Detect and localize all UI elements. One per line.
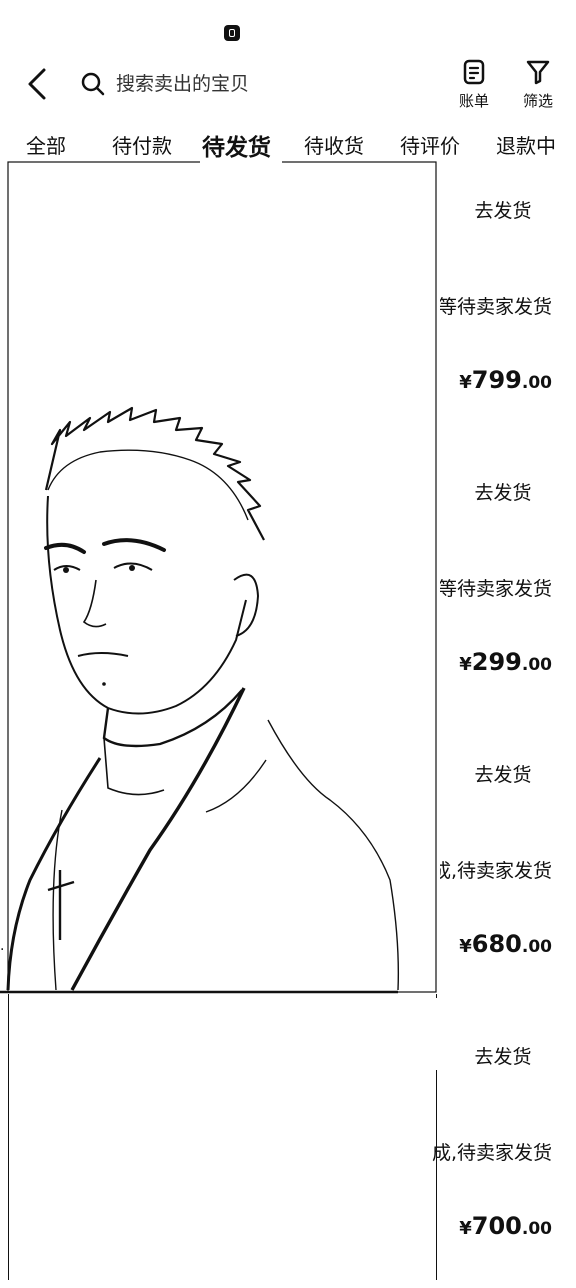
- divider: [436, 1070, 437, 1280]
- price-integer: 700: [471, 1212, 522, 1240]
- ship-button[interactable]: 去发货: [448, 478, 558, 505]
- order-card: 去发货 等待卖家发货 ¥799.00: [434, 160, 576, 442]
- filter-label: 筛选: [522, 92, 553, 110]
- order-price: ¥680.00: [459, 930, 552, 958]
- header: 账单 筛选: [0, 56, 576, 120]
- status-bar: [0, 0, 576, 56]
- order-card: 去发货 成,待卖家发货 ¥700.00: [432, 1006, 576, 1288]
- back-arrow-icon: [28, 68, 46, 100]
- tab-refunding[interactable]: 退款中: [496, 130, 556, 159]
- price-decimal: .00: [521, 655, 552, 675]
- portrait-illustration: [0, 160, 437, 994]
- price-integer: 680: [471, 930, 522, 958]
- order-price: ¥799.00: [459, 366, 552, 394]
- order-list: 去发货 等待卖家发货 ¥799.00 去发货 等待卖家发货 ¥299.00 去发…: [0, 160, 576, 1280]
- order-price: ¥299.00: [459, 648, 552, 676]
- search-input[interactable]: [114, 72, 418, 96]
- order-status: 成,待卖家发货: [431, 1142, 552, 1164]
- tab-pending-receipt[interactable]: 待收货: [304, 130, 364, 159]
- search-box[interactable]: [76, 64, 436, 104]
- price-decimal: .00: [521, 937, 552, 957]
- notification-icon: [224, 25, 240, 41]
- price-currency: ¥: [459, 654, 472, 675]
- price-integer: 799: [471, 366, 522, 394]
- tab-pending-review[interactable]: 待评价: [400, 130, 460, 159]
- bill-label: 账单: [458, 92, 489, 110]
- bill-button[interactable]: 账单: [448, 58, 500, 114]
- portrait-overlay-image: [0, 160, 440, 994]
- ship-button[interactable]: 去发货: [448, 1042, 558, 1069]
- price-integer: 299: [471, 648, 522, 676]
- order-card: 去发货 成,待卖家发货 ¥680.00: [432, 724, 576, 1006]
- tab-all[interactable]: 全部: [26, 130, 66, 159]
- tab-pending-payment[interactable]: 待付款: [112, 130, 172, 159]
- bill-icon: [463, 59, 485, 85]
- tab-pending-shipment[interactable]: 待发货: [202, 128, 271, 162]
- order-price: ¥700.00: [459, 1212, 552, 1240]
- ship-button[interactable]: 去发货: [448, 760, 558, 787]
- back-button[interactable]: [22, 66, 58, 102]
- order-card: 去发货 等待卖家发货 ¥299.00: [434, 442, 576, 724]
- ship-button[interactable]: 去发货: [448, 196, 558, 223]
- price-currency: ¥: [459, 1218, 472, 1239]
- price-decimal: .00: [521, 1219, 552, 1239]
- filter-button[interactable]: 筛选: [512, 58, 564, 114]
- price-currency: ¥: [459, 936, 472, 957]
- filter-icon: [526, 60, 550, 85]
- search-icon: [81, 72, 105, 96]
- price-currency: ¥: [459, 372, 472, 393]
- truncated-dot: .: [0, 938, 5, 954]
- price-decimal: .00: [521, 373, 552, 393]
